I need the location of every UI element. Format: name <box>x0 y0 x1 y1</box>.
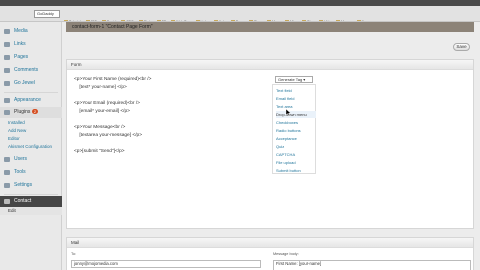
gem-icon <box>4 81 10 86</box>
links-icon <box>4 42 10 47</box>
sidebar-item-comments[interactable]: Comments <box>0 65 62 76</box>
save-button[interactable]: Save <box>453 43 470 51</box>
sidebar-item-pages[interactable]: Pages <box>0 52 62 63</box>
plugins-icon <box>4 110 10 115</box>
sidebar-subitem-akismet[interactable]: Akismet Configuration <box>0 143 62 151</box>
admin-sidebar: Media Links Pages Comments Go Jewel Appe… <box>0 22 62 270</box>
media-icon <box>4 29 10 34</box>
sidebar-item-label: Links <box>14 41 26 47</box>
sidebar-item-tools[interactable]: Tools <box>0 167 62 178</box>
code-line: <p>Your Message<br /> <box>74 125 126 130</box>
sidebar-item-go-jewel[interactable]: Go Jewel <box>0 78 62 89</box>
sidebar-item-label: Plugins <box>14 109 31 115</box>
sidebar-item-plugins[interactable]: Plugins 2 <box>0 107 62 118</box>
sidebar-separator <box>4 92 58 93</box>
mail-icon <box>4 199 10 204</box>
code-line: [textarea your-message] </p> <box>74 133 142 138</box>
form-panel-title: Form <box>67 60 473 70</box>
form-code-textarea[interactable]: <p>Your First Name (required)<br /> [tex… <box>70 73 268 225</box>
to-label: To: <box>71 252 77 256</box>
mail-to-field[interactable]: jonny@mojomedia.com <box>71 260 261 268</box>
mail-panel-title: Mail <box>67 238 473 248</box>
sidebar-subitem-installed[interactable]: Installed <box>0 119 62 127</box>
shortcode-text: contact-form-1 "Contact Page Form" <box>72 24 153 30</box>
mail-body-field[interactable]: First Name: [your-name] <box>273 260 471 270</box>
code-line: [text* your-name] </p> <box>74 85 127 90</box>
tag-generator-item[interactable]: Checkboxes <box>276 119 316 126</box>
update-count-badge: 2 <box>32 109 38 114</box>
form-panel: Form <p>Your First Name (required)<br />… <box>66 59 474 229</box>
sidebar-item-media[interactable]: Media <box>0 26 62 37</box>
code-line: [email* your-email] </p> <box>74 109 130 114</box>
tag-generator-item[interactable]: File upload <box>276 159 316 166</box>
tag-generator-item[interactable]: Radio buttons <box>276 127 316 134</box>
sidebar-item-label: Comments <box>14 67 39 73</box>
sidebar-item-links[interactable]: Links <box>0 39 62 50</box>
tag-generator-item[interactable]: Drop-down menu <box>276 111 316 118</box>
sidebar-item-settings[interactable]: Settings <box>0 180 62 191</box>
pages-icon <box>4 55 10 60</box>
code-line: <p>Your First Name (required)<br /> <box>74 77 152 82</box>
comments-icon <box>4 68 10 73</box>
bookmarks-bar: GoDaddy Tutorial JBF Social SEO Stats FB Web D… <box>0 6 480 22</box>
sidebar-item-label: Media <box>14 28 28 34</box>
tag-generator-item[interactable]: CAPTCHA <box>276 151 316 158</box>
generate-tag-select[interactable]: Generate Tag ▾ <box>275 76 313 83</box>
sidebar-subitem-edit[interactable]: Edit <box>0 207 62 215</box>
sidebar-item-contact[interactable]: Contact <box>0 196 62 207</box>
sidebar-separator <box>4 194 58 195</box>
sidebar-subitem-editor[interactable]: Editor <box>0 135 62 143</box>
sidebar-item-label: Users <box>14 156 28 162</box>
message-body-label: Message body: <box>273 252 299 256</box>
mail-panel: Mail To: Message body: jonny@mojomedia.c… <box>66 237 474 270</box>
tag-generator-item[interactable]: Submit button <box>276 167 316 174</box>
tag-generator-item[interactable]: Text area <box>276 103 316 110</box>
sidebar-item-label: Contact <box>14 198 32 204</box>
users-icon <box>4 157 10 162</box>
tag-generator-item[interactable]: Text field <box>276 87 316 94</box>
sidebar-item-label: Appearance <box>14 97 41 103</box>
mouse-cursor-icon <box>286 109 292 116</box>
tag-generator-menu: Text field Email field Text area Drop-down … <box>272 84 316 174</box>
tools-icon <box>4 170 10 175</box>
sidebar-item-label: Settings <box>14 182 33 188</box>
sidebar-item-label: Pages <box>14 54 29 60</box>
code-line: <p>Your Email (required)<br /> <box>74 101 140 106</box>
tag-generator-item[interactable]: Quiz <box>276 143 316 150</box>
sidebar-item-label: Tools <box>14 169 26 175</box>
sidebar-item-appearance[interactable]: Appearance <box>0 95 62 106</box>
settings-icon <box>4 183 10 188</box>
tag-generator-item[interactable]: Email field <box>276 95 316 102</box>
bookmark-list: Tutorial JBF Social SEO Stats FB Web Dev Links H… <box>64 10 375 21</box>
code-line: <p>[submit "Send"]</p> <box>74 149 125 154</box>
sidebar-item-users[interactable]: Users <box>0 154 62 165</box>
address-field[interactable]: GoDaddy <box>34 10 60 18</box>
tag-generator-item[interactable]: Acceptance <box>276 135 316 142</box>
sidebar-item-label: Go Jewel <box>14 80 35 86</box>
appearance-icon <box>4 98 10 103</box>
sidebar-subitem-add-new[interactable]: Add New <box>0 127 62 135</box>
